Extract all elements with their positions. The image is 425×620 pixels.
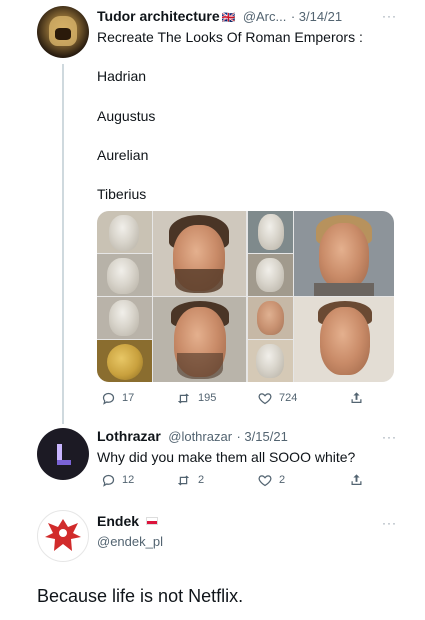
- eagle-emblem-icon: [40, 513, 86, 559]
- uk-flag-icon: 🇬🇧: [221, 12, 236, 24]
- augustus-statue-thumb[interactable]: [248, 211, 293, 253]
- aurelian-coin-thumb[interactable]: [97, 340, 152, 382]
- reply-icon: [102, 474, 115, 487]
- like-button[interactable]: 2: [257, 473, 349, 488]
- tweet-text: Why did you make them all SOOO white?: [97, 449, 356, 465]
- author-handle[interactable]: @lothrazar: [168, 429, 232, 444]
- retweet-count: 2: [198, 474, 205, 486]
- retweet-icon: [177, 475, 190, 485]
- helmet-visor: [55, 28, 71, 40]
- more-options-button[interactable]: ···: [382, 516, 397, 530]
- tweet-text: Recreate The Looks Of Roman Emperors :: [97, 29, 363, 45]
- author-name[interactable]: Tudor architecture: [97, 8, 220, 24]
- endek-avatar[interactable]: [37, 510, 89, 562]
- reply-count: 17: [122, 392, 135, 404]
- tweet-date[interactable]: · 3/14/21: [291, 9, 342, 24]
- tweet-date[interactable]: · 3/15/21: [236, 429, 287, 444]
- tweet3-header: Endek: [97, 513, 159, 531]
- like-count: 724: [279, 392, 298, 404]
- aurelian-statue-thumb[interactable]: [97, 297, 152, 339]
- list-item-aurelian: Aurelian: [97, 147, 149, 163]
- aurelian-reconstruction[interactable]: [153, 297, 246, 382]
- polish-flag-icon: [146, 517, 159, 525]
- augustus-bust-thumb[interactable]: [248, 254, 293, 296]
- hadrian-bust-thumb[interactable]: [97, 254, 152, 296]
- share-button[interactable]: [349, 472, 370, 488]
- retweet-icon: [177, 393, 190, 403]
- heart-icon: [258, 474, 272, 486]
- share-button[interactable]: [349, 390, 370, 406]
- tiberius-bust-thumb[interactable]: [248, 340, 293, 382]
- augustus-reconstruction[interactable]: [294, 211, 394, 296]
- reply-button[interactable]: 12: [101, 473, 175, 488]
- heart-icon: [258, 392, 272, 404]
- hadrian-reconstruction[interactable]: [153, 211, 246, 296]
- tweet2-actions: 12 2 2: [101, 472, 401, 488]
- reply-button[interactable]: 17: [101, 391, 175, 406]
- lothrazar-avatar[interactable]: [37, 428, 89, 480]
- hadrian-statue-thumb[interactable]: [97, 211, 152, 253]
- logo-mark-bar: [57, 460, 71, 465]
- like-button[interactable]: 724: [257, 391, 349, 406]
- author-name[interactable]: Endek: [97, 513, 139, 529]
- tudor-avatar[interactable]: [37, 6, 89, 58]
- share-icon: [351, 474, 362, 485]
- list-item-augustus: Augustus: [97, 108, 156, 124]
- tweet2-header: Lothrazar @lothrazar · 3/15/21: [97, 428, 288, 446]
- retweet-button[interactable]: 195: [175, 391, 257, 406]
- more-options-button[interactable]: ···: [382, 9, 397, 23]
- reply-count: 12: [122, 474, 135, 486]
- author-handle[interactable]: @Arc...: [243, 9, 287, 24]
- reply-icon: [102, 392, 115, 405]
- list-item-tiberius: Tiberius: [97, 186, 147, 202]
- thread-connector: [62, 64, 64, 424]
- tweet1-header: Tudor architecture 🇬🇧 @Arc... · 3/14/21: [97, 8, 342, 26]
- reply-text: Because life is not Netflix.: [37, 586, 244, 606]
- list-item-hadrian: Hadrian: [97, 68, 147, 84]
- retweet-count: 195: [198, 392, 217, 404]
- tweet1-actions: 17 195 724: [101, 390, 401, 406]
- like-count: 2: [279, 474, 286, 486]
- tiberius-reconstruction[interactable]: [294, 297, 394, 382]
- author-handle[interactable]: @endek_pl: [97, 534, 163, 549]
- author-name[interactable]: Lothrazar: [97, 428, 161, 444]
- share-icon: [351, 392, 362, 403]
- retweet-button[interactable]: 2: [175, 473, 257, 488]
- media-grid[interactable]: [97, 211, 394, 382]
- tiberius-statue-thumb[interactable]: [248, 297, 293, 339]
- more-options-button[interactable]: ···: [382, 430, 397, 444]
